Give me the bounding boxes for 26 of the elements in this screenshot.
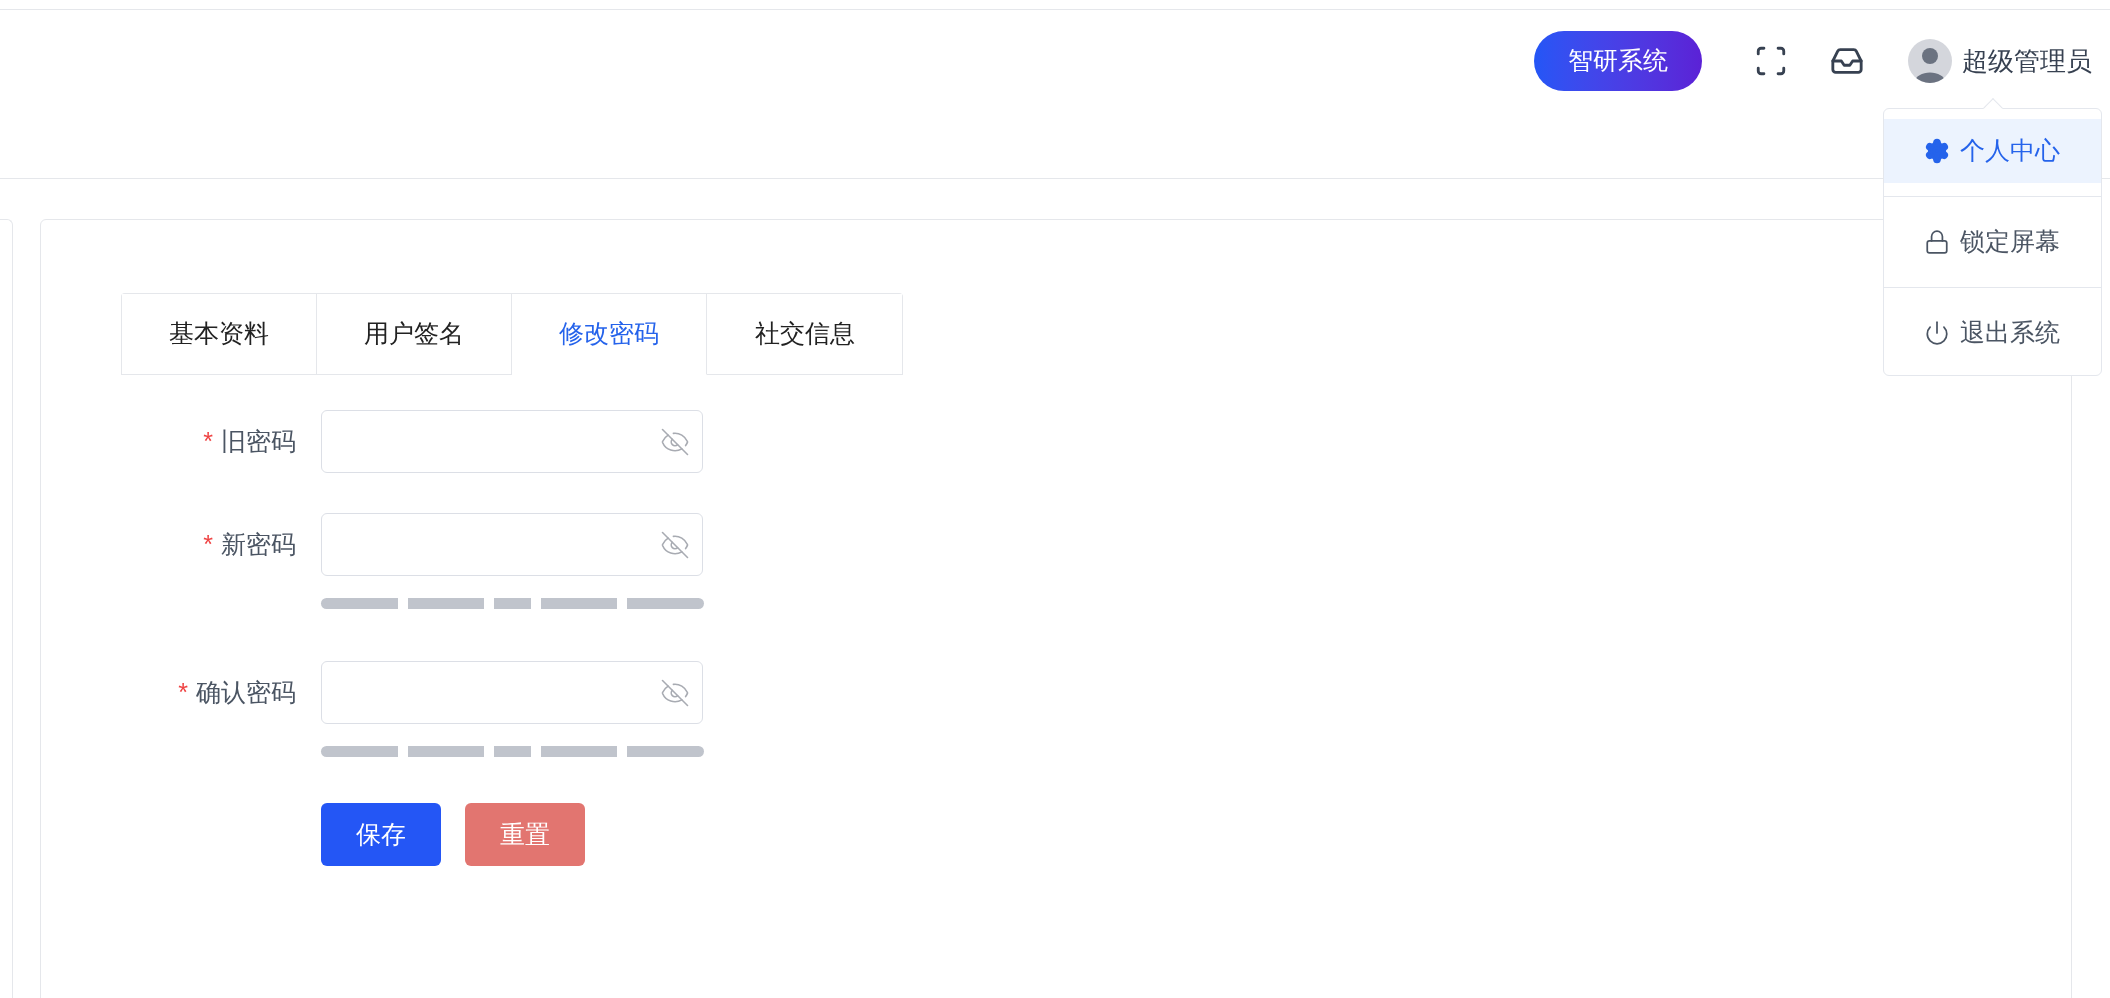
tab[interactable]: 用户签名 (317, 294, 512, 375)
password-field[interactable] (321, 513, 703, 576)
lock-icon (1924, 229, 1950, 255)
field-label: 新密码 (221, 528, 296, 560)
password-field[interactable] (321, 661, 703, 724)
required-mark: * (203, 528, 213, 560)
fullscreen-icon[interactable] (1754, 44, 1788, 78)
tab[interactable]: 社交信息 (707, 294, 902, 375)
eye-off-icon[interactable] (660, 426, 690, 457)
required-mark: * (203, 425, 213, 457)
eye-off-icon[interactable] (660, 529, 690, 560)
save-button[interactable]: 保存 (321, 803, 441, 866)
system-button[interactable]: 智研系统 (1534, 31, 1702, 91)
avatar[interactable] (1908, 39, 1952, 83)
field-label: 旧密码 (221, 425, 296, 457)
menu-item[interactable]: 个人中心 (1884, 119, 2101, 183)
user-name[interactable]: 超级管理员 (1962, 41, 2092, 81)
tab[interactable]: 基本资料 (122, 294, 317, 375)
settings-icon (1924, 138, 1950, 164)
required-mark: * (178, 676, 188, 708)
menu-item[interactable]: 锁定屏幕 (1884, 210, 2101, 274)
power-icon (1924, 320, 1950, 346)
password-field[interactable] (321, 410, 703, 473)
menu-item[interactable]: 退出系统 (1884, 301, 2101, 365)
field-label: 确认密码 (196, 676, 296, 708)
eye-off-icon[interactable] (660, 677, 690, 708)
